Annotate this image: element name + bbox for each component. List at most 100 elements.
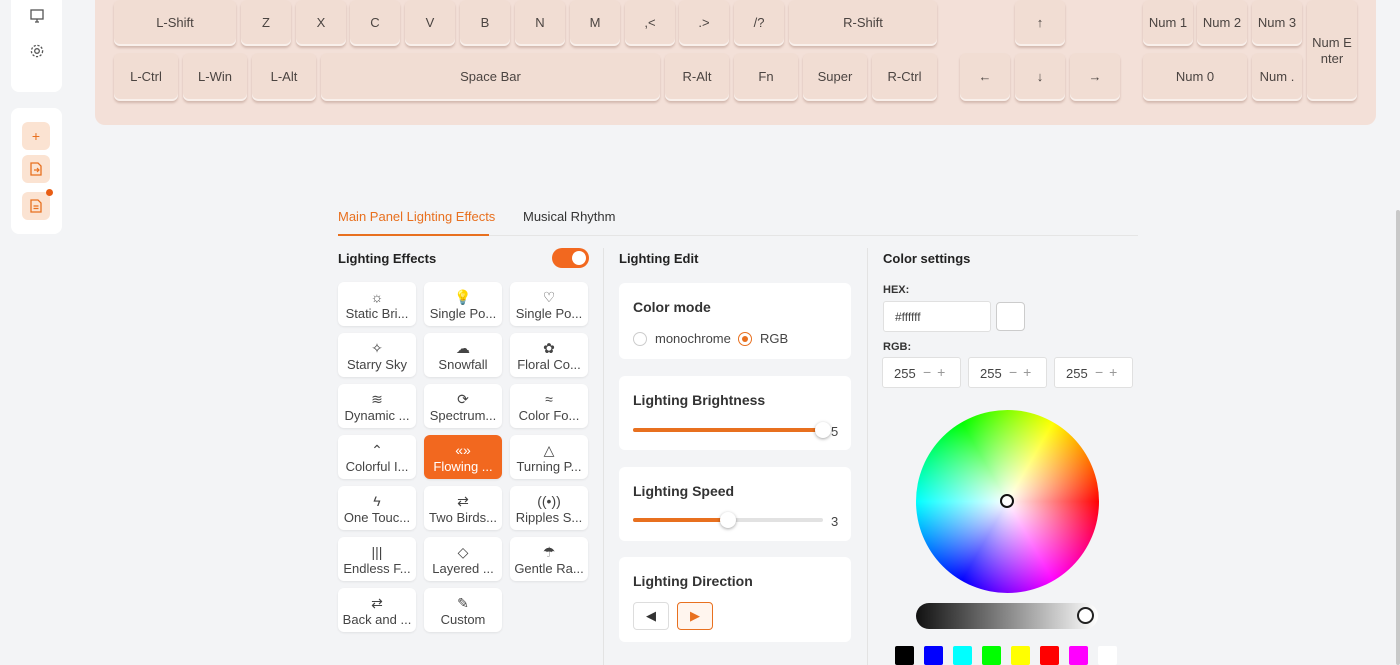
key-x[interactable]: X xyxy=(296,0,346,46)
key-r-alt[interactable]: R-Alt xyxy=(665,53,729,101)
key-v[interactable]: V xyxy=(405,0,455,46)
effect-label: Spectrum... xyxy=(429,407,497,423)
speed-title: Lighting Speed xyxy=(633,483,735,499)
effect-tile[interactable]: ☂ Gentle Ra... xyxy=(510,537,588,581)
effect-tile[interactable]: ⌃ Colorful I... xyxy=(338,435,416,479)
key-r-shift[interactable]: R-Shift xyxy=(789,0,937,46)
notification-dot xyxy=(46,189,53,196)
scrollbar[interactable] xyxy=(1396,210,1400,665)
monitor-icon[interactable] xyxy=(24,3,50,29)
effect-tile[interactable]: ⟳ Spectrum... xyxy=(424,384,502,428)
palette-swatch[interactable] xyxy=(1040,646,1059,665)
key-super[interactable]: Super xyxy=(803,53,867,101)
effect-tile[interactable]: ☁ Snowfall xyxy=(424,333,502,377)
key-num-1[interactable]: Num 1 xyxy=(1143,0,1193,46)
effect-tile[interactable]: ✎ Custom xyxy=(424,588,502,632)
effect-label: Gentle Ra... xyxy=(514,560,584,576)
key-l-shift[interactable]: L-Shift xyxy=(114,0,236,46)
effect-tile[interactable]: ☼ Static Bri... xyxy=(338,282,416,326)
effect-label: Back and ... xyxy=(342,611,412,627)
speed-slider-knob[interactable] xyxy=(720,512,736,528)
speed-slider[interactable] xyxy=(633,512,823,528)
key-c[interactable]: C xyxy=(350,0,400,46)
current-color-swatch[interactable] xyxy=(996,302,1025,331)
key-num-dot[interactable]: Num . xyxy=(1252,53,1302,101)
gradient-bar-knob[interactable] xyxy=(1077,607,1094,624)
key-n[interactable]: N xyxy=(515,0,565,46)
key-arrow-right[interactable]: → xyxy=(1070,53,1120,101)
blue-value[interactable]: 255 xyxy=(1066,366,1088,381)
settings-icon[interactable] xyxy=(24,38,50,64)
key-comma[interactable]: ,< xyxy=(625,0,675,46)
effect-tile[interactable]: ⇄ Back and ... xyxy=(338,588,416,632)
key-arrow-up[interactable]: ↑ xyxy=(1015,0,1065,46)
brightness-slider-knob[interactable] xyxy=(815,422,831,438)
palette-swatch[interactable] xyxy=(924,646,943,665)
key-l-alt[interactable]: L-Alt xyxy=(252,53,316,101)
lighting-effects-toggle[interactable] xyxy=(552,248,589,268)
red-stepper[interactable]: 255 −+ xyxy=(882,357,961,388)
key-arrow-left[interactable]: ← xyxy=(960,53,1010,101)
effect-tile[interactable]: ≋ Dynamic ... xyxy=(338,384,416,428)
palette-swatch[interactable] xyxy=(1069,646,1088,665)
key-arrow-down[interactable]: ↓ xyxy=(1015,53,1065,101)
hex-input[interactable]: #ffffff xyxy=(883,301,991,332)
key-num-2[interactable]: Num 2 xyxy=(1197,0,1247,46)
color-wheel-picker[interactable] xyxy=(1000,494,1014,508)
effect-tile[interactable]: △ Turning P... xyxy=(510,435,588,479)
effect-tile[interactable]: ✿ Floral Co... xyxy=(510,333,588,377)
effect-tile[interactable]: 💡 Single Po... xyxy=(424,282,502,326)
monochrome-label[interactable]: monochrome xyxy=(655,331,731,346)
blue-stepper[interactable]: 255 −+ xyxy=(1054,357,1133,388)
effect-tile[interactable]: ♡ Single Po... xyxy=(510,282,588,326)
effect-tile[interactable]: ϟ One Touc... xyxy=(338,486,416,530)
document-button[interactable] xyxy=(22,189,53,220)
tab-main-panel-lighting[interactable]: Main Panel Lighting Effects xyxy=(338,209,495,224)
brightness-slider[interactable] xyxy=(633,422,831,438)
key-m[interactable]: M xyxy=(570,0,620,46)
brightness-value: 5 xyxy=(831,424,839,439)
effect-tile[interactable]: ✧ Starry Sky xyxy=(338,333,416,377)
key-z[interactable]: Z xyxy=(241,0,291,46)
effect-tile[interactable]: ((•)) Ripples S... xyxy=(510,486,588,530)
palette-swatch[interactable] xyxy=(1011,646,1030,665)
rgb-radio[interactable] xyxy=(738,332,752,346)
tab-musical-rhythm[interactable]: Musical Rhythm xyxy=(523,209,615,224)
rgb-label[interactable]: RGB xyxy=(760,331,788,346)
key-fn[interactable]: Fn xyxy=(734,53,798,101)
palette-swatch[interactable] xyxy=(953,646,972,665)
green-stepper[interactable]: 255 −+ xyxy=(968,357,1047,388)
brightness-gradient-bar[interactable] xyxy=(916,603,1098,629)
palette-swatch[interactable] xyxy=(982,646,1001,665)
key-l-win[interactable]: L-Win xyxy=(183,53,247,101)
effect-tile[interactable]: ≈ Color Fo... xyxy=(510,384,588,428)
palette-swatch[interactable] xyxy=(895,646,914,665)
palette-swatch[interactable] xyxy=(1098,646,1117,665)
color-mode-card: Color mode monochrome RGB xyxy=(619,283,851,359)
key-num-3[interactable]: Num 3 xyxy=(1252,0,1302,46)
key-slash[interactable]: /? xyxy=(734,0,784,46)
key-num-0[interactable]: Num 0 xyxy=(1143,53,1247,101)
effect-tile[interactable]: ||| Endless F... xyxy=(338,537,416,581)
key-r-ctrl[interactable]: R-Ctrl xyxy=(872,53,937,101)
red-value[interactable]: 255 xyxy=(894,366,916,381)
red-minus-plus[interactable]: −+ xyxy=(923,364,951,380)
key-b[interactable]: B xyxy=(460,0,510,46)
direction-right-button[interactable]: ▶ xyxy=(677,602,713,630)
effect-tile[interactable]: ⇄ Two Birds... xyxy=(424,486,502,530)
blue-minus-plus[interactable]: −+ xyxy=(1095,364,1123,380)
effect-tile[interactable]: ◇ Layered ... xyxy=(424,537,502,581)
key-period[interactable]: .> xyxy=(679,0,729,46)
monochrome-radio[interactable] xyxy=(633,332,647,346)
direction-left-button[interactable]: ◀ xyxy=(633,602,669,630)
green-minus-plus[interactable]: −+ xyxy=(1009,364,1037,380)
key-l-ctrl[interactable]: L-Ctrl xyxy=(114,53,178,101)
key-num-enter[interactable]: Num E nter xyxy=(1307,0,1357,101)
effect-label: Color Fo... xyxy=(518,407,580,423)
green-value[interactable]: 255 xyxy=(980,366,1002,381)
add-button[interactable]: + xyxy=(22,122,50,150)
export-file-button[interactable] xyxy=(22,155,50,183)
keyboard-preview: L-Shift Z X C V B N M ,< .> /? R-Shift L… xyxy=(95,0,1376,125)
key-space-bar[interactable]: Space Bar xyxy=(321,53,660,101)
effect-tile[interactable]: «» Flowing ... xyxy=(424,435,502,479)
